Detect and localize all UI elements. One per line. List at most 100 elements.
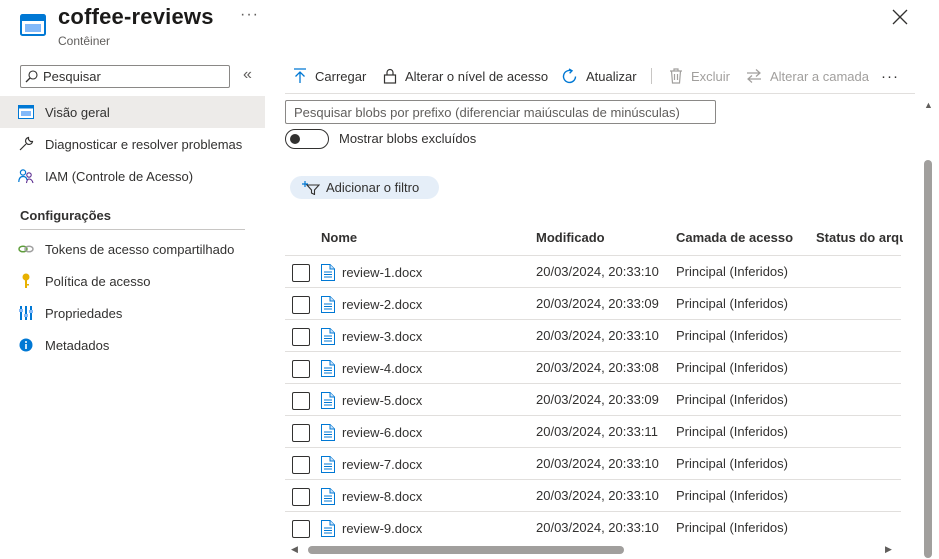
file-name-link[interactable]: review-4.docx [321,352,422,384]
upload-icon [294,68,306,83]
row-checkbox[interactable] [292,264,310,282]
toolbar-more-button[interactable]: ··· [881,60,899,92]
access-tier-cell: Principal (Inferidos) [676,488,788,503]
table-row[interactable]: review-2.docx 20/03/2024, 20:33:09 Princip… [285,287,901,319]
header-more-button[interactable]: ··· [240,6,259,24]
column-header-name[interactable]: Nome [321,222,357,254]
delete-button[interactable]: Excluir [669,60,730,92]
document-icon [321,391,335,409]
show-deleted-blobs-label: Mostrar blobs excluídos [339,131,477,146]
file-name: review-2.docx [342,296,423,312]
sidebar-item-label: Diagnosticar e resolver problemas [45,136,243,152]
sidebar-item-metadata[interactable]: Metadados [0,329,265,361]
sidebar-item-label: IAM (Controle de Acesso) [45,168,194,184]
table-row[interactable]: review-9.docx 20/03/2024, 20:33:10 Princip… [285,511,901,543]
file-name-link[interactable]: review-2.docx [321,288,422,320]
table-row[interactable]: review-8.docx 20/03/2024, 20:33:10 Princip… [285,479,901,511]
access-tier-cell: Principal (Inferidos) [676,424,788,439]
row-checkbox[interactable] [292,424,310,442]
sidebar-item-overview[interactable]: Visão geral [0,96,265,128]
file-name-link[interactable]: review-5.docx [321,384,422,416]
sidebar-item-properties[interactable]: Propriedades [0,297,265,329]
row-checkbox[interactable] [292,360,310,378]
column-header-archive-status[interactable]: Status do arquivamento [816,222,903,254]
file-name: review-1.docx [342,264,423,280]
access-tier-cell: Principal (Inferidos) [676,264,788,279]
collapse-sidebar-button[interactable]: « [243,66,252,84]
file-name-link[interactable]: review-3.docx [321,320,422,352]
document-icon [321,487,335,505]
row-checkbox[interactable] [292,520,310,538]
document-icon [321,359,335,377]
modified-cell: 20/03/2024, 20:33:09 [536,296,659,311]
vertical-scrollbar[interactable]: ▲ [921,100,935,559]
file-name-link[interactable]: review-6.docx [321,416,422,448]
scroll-right-icon[interactable]: ▶ [885,544,892,555]
table-row[interactable]: review-7.docx 20/03/2024, 20:33:10 Princip… [285,447,901,479]
column-header-modified[interactable]: Modificado [536,222,605,254]
sidebar-divider [20,229,245,230]
vertical-scroll-thumb[interactable] [924,160,932,558]
table-row[interactable]: review-5.docx 20/03/2024, 20:33:09 Princip… [285,383,901,415]
modified-cell: 20/03/2024, 20:33:10 [536,488,659,503]
file-name-link[interactable]: review-1.docx [321,256,422,288]
access-tier-cell: Principal (Inferidos) [676,456,788,471]
close-button[interactable] [889,6,911,28]
row-checkbox[interactable] [292,392,310,410]
scroll-left-icon[interactable]: ◀ [291,544,298,555]
add-filter-button[interactable]: Adicionar o filtro [290,176,439,199]
file-name-link[interactable]: review-9.docx [321,512,422,544]
row-checkbox[interactable] [292,488,310,506]
sidebar-item-access-policy[interactable]: Política de acesso [0,265,265,297]
table-row[interactable]: review-4.docx 20/03/2024, 20:33:08 Princip… [285,351,901,383]
file-name: review-4.docx [342,360,423,376]
sidebar-item-label: Metadados [45,337,110,353]
access-tier-cell: Principal (Inferidos) [676,296,788,311]
horizontal-scrollbar[interactable]: ◀ ▶ [285,543,901,557]
row-checkbox[interactable] [292,296,310,314]
show-deleted-blobs-toggle[interactable] [285,129,329,149]
document-icon [321,519,335,537]
sidebar-search-input[interactable] [43,69,223,84]
modified-cell: 20/03/2024, 20:33:10 [536,520,659,535]
file-name: review-3.docx [342,328,423,344]
file-name-link[interactable]: review-8.docx [321,480,422,512]
add-filter-icon [302,180,320,195]
sidebar-search[interactable] [20,65,230,88]
row-checkbox[interactable] [292,328,310,346]
refresh-icon [562,67,577,83]
modified-cell: 20/03/2024, 20:33:10 [536,456,659,471]
file-name: review-5.docx [342,392,423,408]
swap-arrows-icon [747,69,761,83]
upload-button[interactable]: Carregar [293,60,366,92]
table-row[interactable]: review-6.docx 20/03/2024, 20:33:11 Princip… [285,415,901,447]
column-header-access-tier[interactable]: Camada de acesso [676,222,793,254]
lock-icon [383,68,397,84]
change-tier-button[interactable]: Alterar a camada [746,60,869,92]
change-access-level-button[interactable]: Alterar o nível de acesso [383,60,548,92]
table-row[interactable]: review-1.docx 20/03/2024, 20:33:10 Princip… [285,255,901,287]
sidebar-item-shared-access-tokens[interactable]: Tokens de acesso compartilhado [0,233,265,265]
refresh-button[interactable]: Atualizar [561,60,637,92]
table-row[interactable]: review-3.docx 20/03/2024, 20:33:10 Princip… [285,319,901,351]
modified-cell: 20/03/2024, 20:33:10 [536,264,659,279]
document-icon [321,423,335,441]
document-icon [321,263,335,281]
access-tier-cell: Principal (Inferidos) [676,392,788,407]
row-checkbox[interactable] [292,456,310,474]
scroll-up-icon[interactable]: ▲ [924,100,933,110]
key-icon [18,273,34,289]
access-tier-cell: Principal (Inferidos) [676,520,788,535]
sidebar-item-iam[interactable]: IAM (Controle de Acesso) [0,160,265,192]
page-title: coffee-reviews [58,4,214,29]
close-icon [892,9,908,25]
sidebar-item-label: Tokens de acesso compartilhado [45,241,235,257]
sidebar-item-label: Propriedades [45,305,123,321]
file-name-link[interactable]: review-7.docx [321,448,422,480]
file-name: review-7.docx [342,456,423,472]
horizontal-scroll-thumb[interactable] [308,546,624,554]
toolbar-divider [285,93,915,94]
sidebar-item-diagnose[interactable]: Diagnosticar e resolver problemas [0,128,265,160]
blob-prefix-search-input[interactable] [285,100,716,124]
access-tier-cell: Principal (Inferidos) [676,328,788,343]
